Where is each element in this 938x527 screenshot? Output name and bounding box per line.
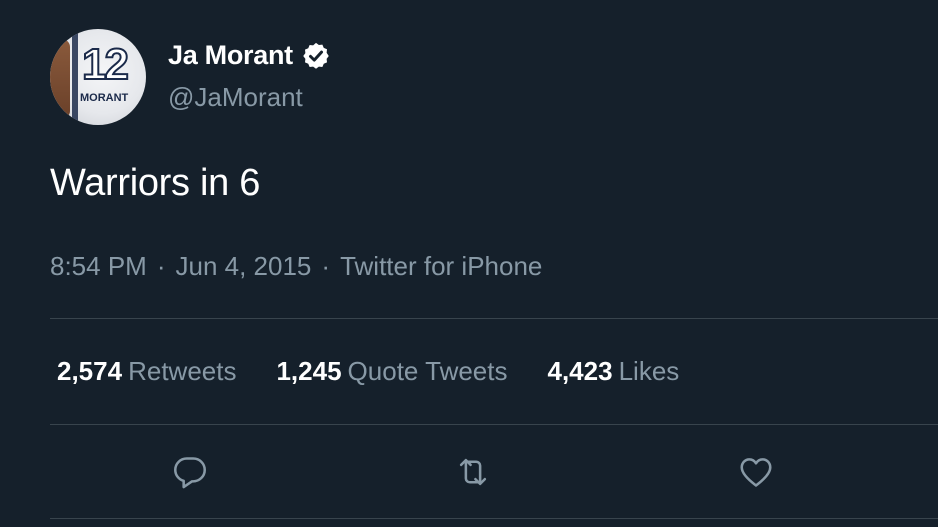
avatar[interactable]: 12 MORANT [50, 29, 146, 125]
meta-separator: · [156, 251, 166, 281]
quote-tweets-count: 1,245 [276, 356, 342, 386]
like-button[interactable] [736, 452, 776, 492]
retweets-count: 2,574 [57, 356, 123, 386]
likes-label: Likes [618, 356, 680, 386]
tweet-text: Warriors in 6 [50, 162, 261, 204]
retweets-label: Retweets [128, 356, 237, 386]
tweet-date[interactable]: Jun 4, 2015 [176, 251, 312, 282]
author-name-row: Ja Morant [168, 40, 331, 71]
verified-badge-icon [301, 41, 331, 71]
tweet-stats: 2,574 Retweets 1,245 Quote Tweets 4,423 Lik… [57, 356, 719, 387]
likes-stat[interactable]: 4,423 Likes [548, 356, 680, 387]
retweets-stat[interactable]: 2,574 Retweets [57, 356, 236, 387]
likes-count: 4,423 [547, 356, 613, 386]
quote-tweets-label: Quote Tweets [347, 356, 508, 386]
avatar-arm [50, 39, 70, 119]
divider [50, 518, 938, 519]
tweet-source[interactable]: Twitter for iPhone [340, 251, 542, 282]
tweet-card: 12 MORANT Ja Morant @JaMorant Warriors i… [0, 0, 938, 527]
divider [50, 318, 938, 319]
meta-separator: · [321, 251, 331, 281]
avatar-jersey-stripe [72, 29, 78, 125]
divider [50, 424, 938, 425]
quote-tweets-stat[interactable]: 1,245 Quote Tweets [276, 356, 507, 387]
like-icon [740, 458, 772, 487]
retweet-button[interactable] [453, 452, 493, 492]
retweet-icon [459, 458, 487, 486]
author-display-name[interactable]: Ja Morant [168, 40, 293, 71]
tweet-time[interactable]: 8:54 PM [50, 251, 147, 282]
tweet-meta: 8:54 PM · Jun 4, 2015 · Twitter for iPho… [50, 251, 542, 282]
author-handle[interactable]: @JaMorant [168, 82, 303, 113]
avatar-jersey-number: 12 [81, 40, 130, 89]
reply-icon [174, 457, 206, 489]
avatar-jersey-name: MORANT [80, 92, 129, 104]
reply-button[interactable] [170, 452, 210, 492]
